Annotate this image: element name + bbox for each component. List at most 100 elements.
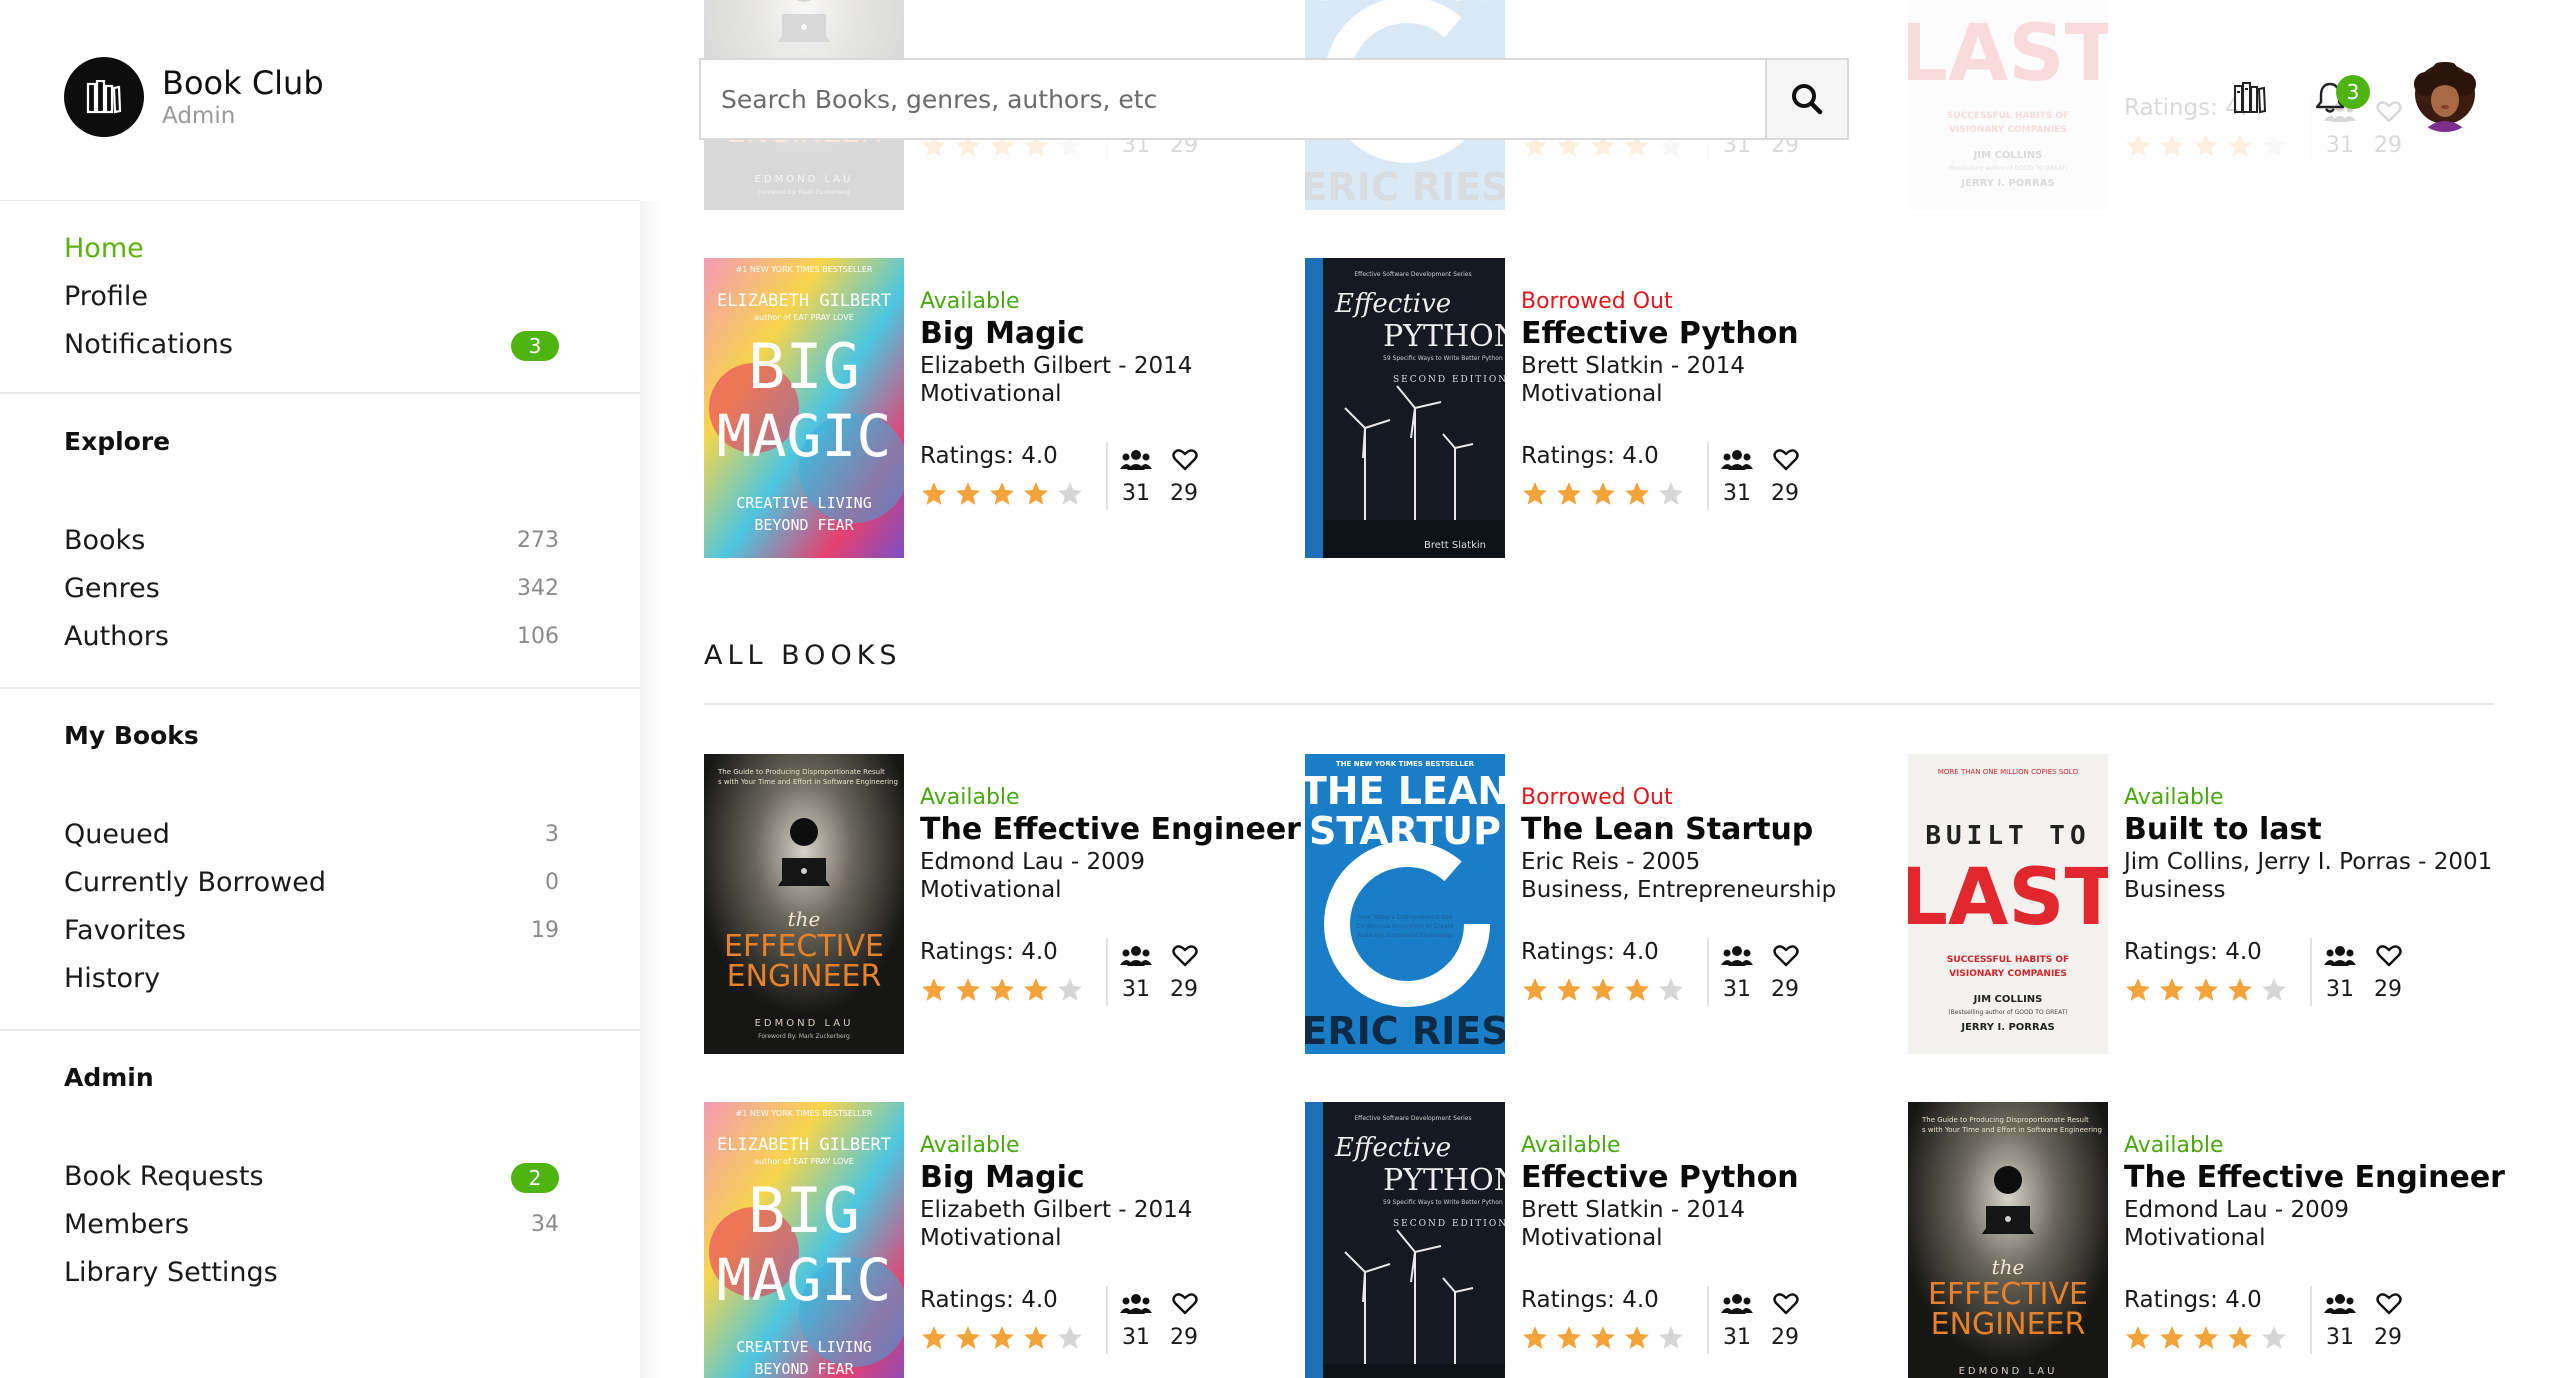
heart-icon[interactable] (1773, 944, 1799, 968)
star-filled-icon (1557, 1326, 1581, 1349)
book-cover[interactable]: The Guide to Producing Disproportionate … (1908, 1102, 2108, 1378)
star-filled-icon (1024, 978, 1048, 1001)
book-cover[interactable]: Effective Software Development Series Ef… (1305, 258, 1505, 558)
svg-text:How Today's Entrepreneurs Use: How Today's Entrepreneurs Use (1358, 914, 1453, 921)
svg-text:JIM COLLINS: JIM COLLINS (1973, 150, 2043, 161)
book-title[interactable]: The Effective Engineer (920, 812, 1301, 848)
sidebar-item-home[interactable]: Home (64, 232, 144, 266)
book-card[interactable]: The Guide to Producing Disproportionate … (704, 754, 1301, 1054)
my-books-heading: My Books (64, 721, 199, 750)
search-button[interactable] (1765, 60, 1847, 138)
svg-text:#1 NEW YORK TIMES BESTSELLER: #1 NEW YORK TIMES BESTSELLER (736, 265, 873, 274)
book-ratings: Ratings: 4.0 31 29 (1521, 1286, 1881, 1356)
book-cover[interactable]: THE NEW YORK TIMES BESTSELLER THE LEAN S… (1305, 754, 1505, 1054)
star-filled-icon (922, 978, 946, 1001)
book-title[interactable]: The Effective Engineer (2124, 1160, 2505, 1196)
heart-icon[interactable] (1172, 944, 1198, 968)
book-card[interactable]: #1 NEW YORK TIMES BESTSELLER ELIZABETH G… (704, 258, 1284, 558)
heart-icon[interactable] (1773, 448, 1799, 472)
all-books-heading: ALL BOOKS (704, 640, 902, 671)
svg-text:ELIZABETH GILBERT: ELIZABETH GILBERT (717, 1135, 891, 1155)
book-ratings: Ratings: 4.0 31 29 (2124, 1286, 2484, 1356)
sidebar-item-history[interactable]: History (64, 962, 160, 996)
book-cover[interactable]: MORE THAN ONE MILLION COPIES SOLD BUILT … (1908, 0, 2108, 210)
svg-text:Radically Successful Businesse: Radically Successful Businesses (1357, 932, 1453, 939)
book-status: Borrowed Out (1521, 289, 1673, 314)
star-empty-icon (1058, 978, 1082, 1001)
book-card[interactable]: #1 NEW YORK TIMES BESTSELLER ELIZABETH G… (704, 1102, 1284, 1378)
heart-icon[interactable] (1172, 448, 1198, 472)
book-genre: Business, Entrepreneurship (1521, 877, 1837, 903)
book-card[interactable]: The Guide to Producing Disproportionate … (1908, 1102, 2505, 1378)
sidebar-item-book-requests[interactable]: Book Requests (64, 1160, 264, 1194)
search-input[interactable] (701, 60, 1765, 138)
book-card[interactable]: THE NEW YORK TIMES BESTSELLER THE LEAN S… (1305, 754, 1885, 1054)
heart-icon[interactable] (1172, 1292, 1198, 1316)
sidebar-item-notifications[interactable]: Notifications (64, 328, 233, 362)
book-title[interactable]: Effective Python (1521, 316, 1901, 352)
book-title[interactable]: Big Magic (920, 1160, 1300, 1196)
sidebar-item-genres[interactable]: Genres (64, 572, 160, 606)
book-title[interactable]: Built to last (2124, 812, 2504, 848)
svg-text:SUCCESSFUL HABITS OF: SUCCESSFUL HABITS OF (1947, 111, 2069, 121)
readers-icon (1721, 1294, 1753, 1314)
svg-text:Effective: Effective (1334, 289, 1451, 319)
svg-text:Effective: Effective (1334, 1133, 1451, 1163)
sidebar-item-queued[interactable]: Queued (64, 818, 170, 852)
ratings-divider (2310, 1286, 2312, 1354)
star-filled-icon (2228, 134, 2252, 157)
book-card[interactable]: Effective Software Development Series Ef… (1305, 1102, 1885, 1378)
svg-text:BEYOND FEAR: BEYOND FEAR (754, 516, 854, 534)
svg-text:VISIONARY COMPANIES: VISIONARY COMPANIES (1949, 125, 2067, 135)
book-status: Available (920, 289, 1020, 314)
sidebar-item-library-settings[interactable]: Library Settings (64, 1256, 278, 1290)
star-filled-icon (990, 1326, 1014, 1349)
sidebar-item-books[interactable]: Books (64, 524, 145, 558)
user-avatar[interactable] (2410, 62, 2480, 132)
sidebar-item-members[interactable]: Members (64, 1208, 189, 1242)
sidebar-item-authors[interactable]: Authors (64, 620, 169, 654)
book-title[interactable]: Big Magic (920, 316, 1300, 352)
library-button[interactable] (2230, 77, 2270, 117)
star-empty-icon (1058, 482, 1082, 505)
rating-stars (920, 976, 1090, 1004)
svg-text:JERRY I. PORRAS: JERRY I. PORRAS (1960, 1022, 2054, 1033)
svg-text:ERIC RIES: ERIC RIES (1305, 1009, 1505, 1053)
heart-icon[interactable] (1773, 1292, 1799, 1316)
rating-stars (2124, 1324, 2294, 1352)
svg-text:MORE THAN ONE MILLION COPIES S: MORE THAN ONE MILLION COPIES SOLD (1938, 768, 2078, 776)
book-card[interactable]: Effective Software Development Series Ef… (1305, 258, 1885, 558)
star-filled-icon (2194, 1326, 2218, 1349)
book-cover[interactable]: MORE THAN ONE MILLION COPIES SOLD BUILT … (1908, 754, 2108, 1054)
library-icon (2234, 82, 2267, 114)
sidebar-item-currently-borrowed[interactable]: Currently Borrowed (64, 866, 326, 900)
book-title[interactable]: Effective Python (1521, 1160, 1901, 1196)
notification-badge: 3 (2336, 75, 2370, 109)
book-cover[interactable]: Effective Software Development Series Ef… (1305, 1102, 1505, 1378)
star-filled-icon (2194, 134, 2218, 157)
svg-text:ERIC RIES: ERIC RIES (1305, 165, 1505, 209)
star-filled-icon (1625, 1326, 1649, 1349)
svg-text:author of EAT PRAY LOVE: author of EAT PRAY LOVE (754, 1157, 854, 1166)
svg-text:Effective Software Development: Effective Software Development Series (1354, 271, 1471, 278)
sidebar-item-favorites[interactable]: Favorites (64, 914, 186, 948)
members-count: 34 (531, 1212, 559, 1237)
book-ratings: Ratings: 4.0 31 29 (1521, 442, 1881, 512)
sidebar-item-profile[interactable]: Profile (64, 280, 148, 314)
book-ratings: Ratings: 4.0 31 29 (2124, 938, 2484, 1008)
svg-text:#1 NEW YORK TIMES BESTSELLER: #1 NEW YORK TIMES BESTSELLER (736, 1109, 873, 1118)
book-cover[interactable]: #1 NEW YORK TIMES BESTSELLER ELIZABETH G… (704, 1102, 904, 1378)
book-title[interactable]: The Lean Startup (1521, 812, 1901, 848)
brand[interactable]: Book Club Admin (64, 57, 324, 137)
svg-text:JERRY I. PORRAS: JERRY I. PORRAS (1960, 178, 2054, 189)
books-logo-icon (64, 57, 144, 137)
star-empty-icon (1659, 482, 1683, 505)
notifications-button[interactable]: 3 (2310, 75, 2370, 117)
book-ratings: Ratings: 4.0 31 29 (1521, 938, 1881, 1008)
heart-icon[interactable] (2376, 944, 2402, 968)
book-cover[interactable]: The Guide to Producing Disproportionate … (704, 754, 904, 1054)
svg-text:CREATIVE LIVING: CREATIVE LIVING (736, 1338, 871, 1356)
book-cover[interactable]: #1 NEW YORK TIMES BESTSELLER ELIZABETH G… (704, 258, 904, 558)
heart-icon[interactable] (2376, 1292, 2402, 1316)
book-card[interactable]: MORE THAN ONE MILLION COPIES SOLD BUILT … (1908, 754, 2492, 1054)
